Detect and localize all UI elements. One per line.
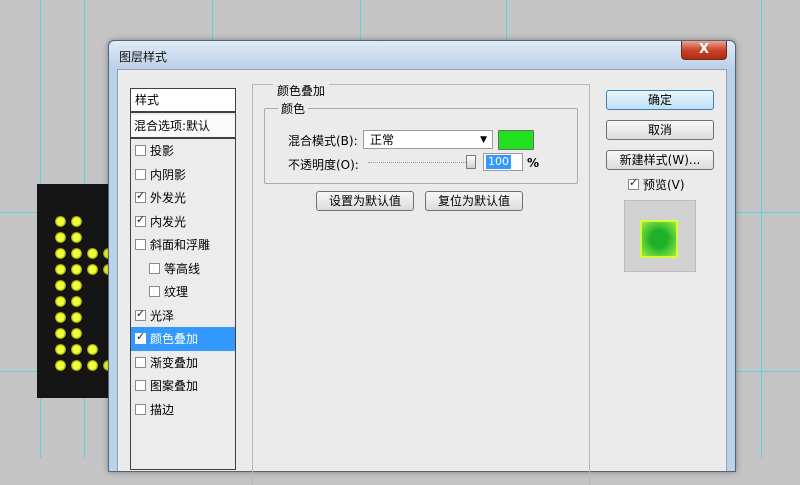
styles-list: 样式 混合选项:默认 投影内阴影外发光内发光斜面和浮雕等高线纹理光泽颜色叠加渐变… xyxy=(130,88,236,470)
led-dot xyxy=(87,248,98,259)
checkbox-icon[interactable] xyxy=(149,286,160,298)
group-title: 颜色 xyxy=(278,100,309,117)
checkbox-icon[interactable] xyxy=(135,145,146,157)
led-dot xyxy=(71,328,82,339)
led-dot xyxy=(71,216,82,227)
style-item[interactable]: 等高线 xyxy=(131,257,235,281)
style-item-label: 内阴影 xyxy=(150,167,187,182)
led-dot xyxy=(71,296,82,307)
led-dot xyxy=(55,296,66,307)
checkbox-icon[interactable] xyxy=(135,168,146,180)
led-dot xyxy=(55,328,66,339)
checkbox-icon[interactable] xyxy=(135,307,146,321)
opacity-value: 100 xyxy=(486,155,511,169)
style-item[interactable]: 外发光 xyxy=(131,186,235,210)
style-item-label: 投影 xyxy=(150,144,175,159)
preview-label: 预览(V) xyxy=(643,178,685,192)
led-dot xyxy=(55,232,66,243)
style-item-label: 颜色叠加 xyxy=(150,332,199,347)
chevron-down-icon: ▼ xyxy=(480,135,487,145)
set-default-button[interactable]: 设置为默认值 xyxy=(316,191,414,211)
checkbox-icon[interactable] xyxy=(135,189,146,204)
led-dot xyxy=(71,264,82,275)
style-item[interactable]: 描边 xyxy=(131,398,235,422)
ok-button[interactable]: 确定 xyxy=(606,90,714,110)
led-dot xyxy=(71,232,82,243)
dialog-client: 样式 混合选项:默认 投影内阴影外发光内发光斜面和浮雕等高线纹理光泽颜色叠加渐变… xyxy=(117,69,727,485)
style-item-label: 等高线 xyxy=(164,261,201,276)
led-dot xyxy=(55,248,66,259)
led-dot xyxy=(71,248,82,259)
led-dot xyxy=(87,360,98,371)
checkbox-icon[interactable] xyxy=(135,239,146,251)
guide-line xyxy=(761,0,762,458)
style-item-label: 光泽 xyxy=(150,308,175,323)
led-dot xyxy=(55,360,66,371)
opacity-slider-track[interactable] xyxy=(368,162,474,163)
blend-options-item[interactable]: 混合选项:默认 xyxy=(131,115,235,139)
document-canvas xyxy=(37,184,111,398)
layer-style-dialog: 图层样式 X 样式 混合选项:默认 投影内阴影外发光内发光斜面和浮雕等高线纹理光… xyxy=(108,40,736,485)
preview-swatch xyxy=(640,220,678,258)
checkbox-icon[interactable] xyxy=(628,176,639,190)
opacity-input[interactable]: 100 xyxy=(483,153,523,171)
blend-mode-value: 正常 xyxy=(370,133,395,147)
style-item[interactable]: 图案叠加 xyxy=(131,374,235,398)
led-dot xyxy=(71,360,82,371)
style-item[interactable]: 渐变叠加 xyxy=(131,351,235,375)
blend-mode-select[interactable]: 正常 ▼ xyxy=(363,130,493,149)
close-button[interactable]: X xyxy=(681,41,727,60)
checkbox-icon[interactable] xyxy=(135,356,146,368)
preview-thumbnail xyxy=(624,200,696,272)
style-item-label: 外发光 xyxy=(150,191,187,206)
section-title: 颜色叠加 xyxy=(273,82,330,99)
style-item[interactable]: 内阴影 xyxy=(131,163,235,187)
checkbox-icon[interactable] xyxy=(135,213,146,227)
led-dot xyxy=(71,280,82,291)
style-item[interactable]: 颜色叠加 xyxy=(131,327,235,351)
opacity-label: 不透明度(O): xyxy=(288,158,359,172)
styles-header[interactable]: 样式 xyxy=(131,89,235,113)
style-item-label: 斜面和浮雕 xyxy=(150,238,211,253)
dialog-title: 图层样式 xyxy=(119,50,168,64)
cancel-button[interactable]: 取消 xyxy=(606,120,714,140)
style-item-label: 纹理 xyxy=(164,285,189,300)
checkbox-icon[interactable] xyxy=(149,262,160,274)
led-dot xyxy=(55,216,66,227)
style-item-label: 内发光 xyxy=(150,214,187,229)
preview-checkbox[interactable]: 预览(V) xyxy=(628,176,685,193)
style-item-label: 描边 xyxy=(150,402,175,417)
opacity-slider-thumb[interactable] xyxy=(466,155,476,169)
style-item[interactable]: 投影 xyxy=(131,139,235,163)
color-swatch[interactable] xyxy=(498,130,534,150)
led-dot xyxy=(71,344,82,355)
title-bar[interactable]: 图层样式 X xyxy=(109,41,735,69)
checkbox-icon[interactable] xyxy=(135,330,146,345)
close-icon: X xyxy=(698,42,710,57)
opacity-unit: % xyxy=(527,156,540,170)
checkbox-icon[interactable] xyxy=(135,380,146,392)
led-dot xyxy=(55,264,66,275)
style-item[interactable]: 纹理 xyxy=(131,280,235,304)
new-style-button[interactable]: 新建样式(W)... xyxy=(606,150,714,170)
style-item[interactable]: 光泽 xyxy=(131,304,235,328)
led-dot xyxy=(87,264,98,275)
style-items: 投影内阴影外发光内发光斜面和浮雕等高线纹理光泽颜色叠加渐变叠加图案叠加描边 xyxy=(131,139,235,421)
style-item-label: 渐变叠加 xyxy=(150,355,199,370)
reset-default-button[interactable]: 复位为默认值 xyxy=(425,191,523,211)
led-dot xyxy=(55,344,66,355)
led-dot xyxy=(55,312,66,323)
style-item-label: 图案叠加 xyxy=(150,379,199,394)
style-item[interactable]: 斜面和浮雕 xyxy=(131,233,235,257)
checkbox-icon[interactable] xyxy=(135,403,146,415)
led-dot xyxy=(87,344,98,355)
style-item[interactable]: 内发光 xyxy=(131,210,235,234)
led-dot xyxy=(55,280,66,291)
led-dot xyxy=(71,312,82,323)
blend-mode-label: 混合模式(B): xyxy=(288,134,358,148)
